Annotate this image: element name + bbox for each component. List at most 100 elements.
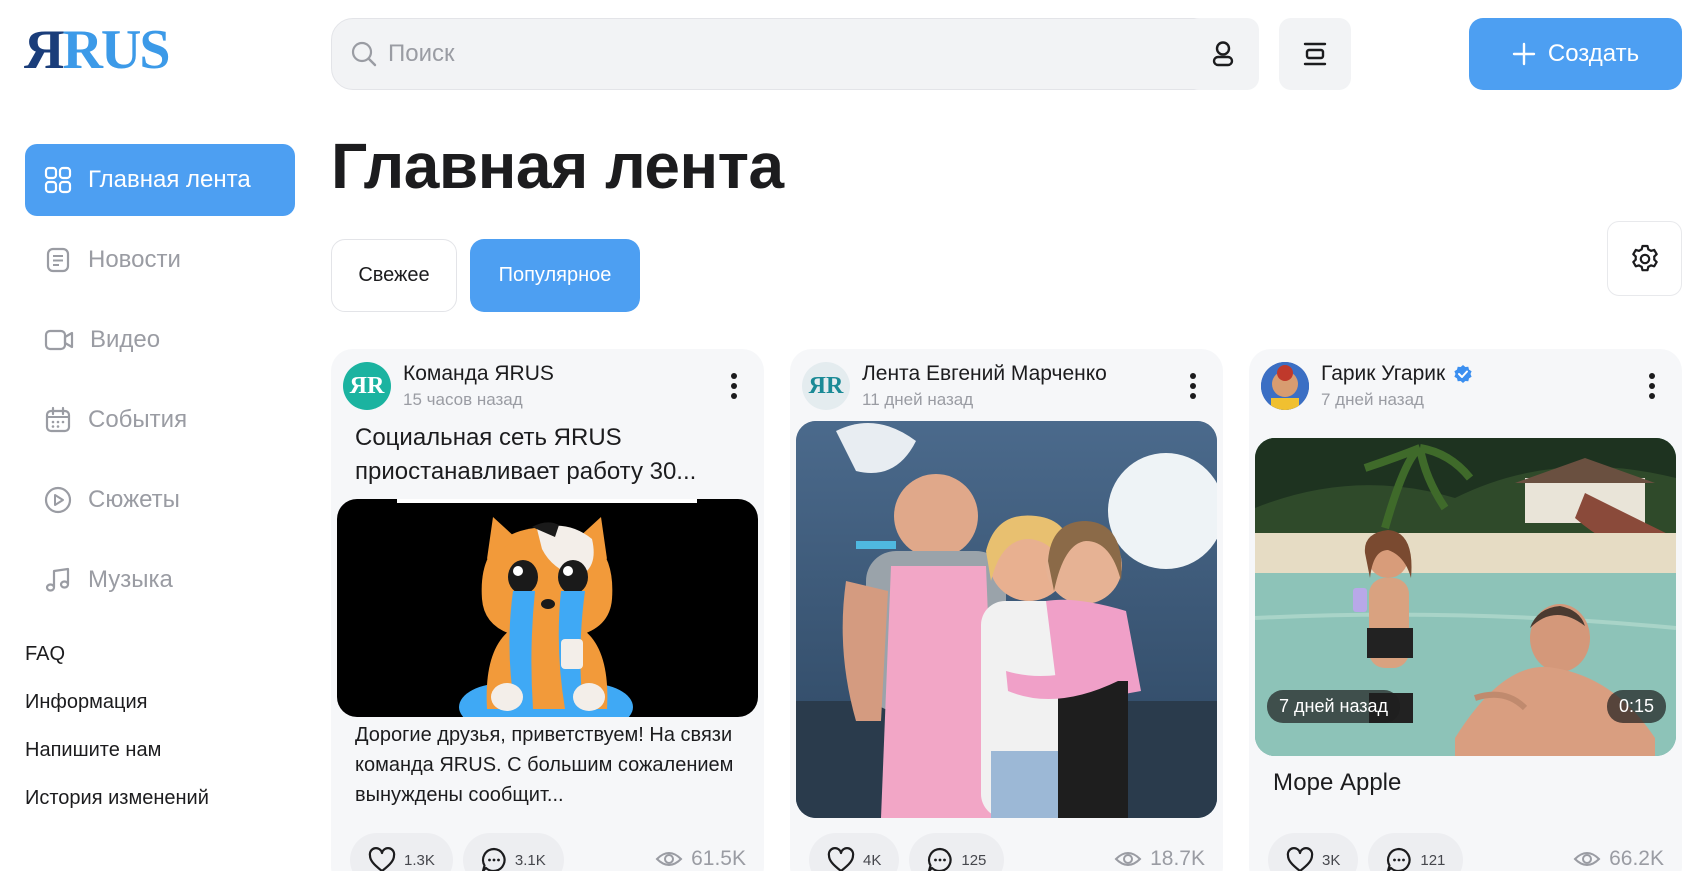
sidebar-item-label: Сюжеты xyxy=(88,486,180,513)
sidebar-item-main-feed[interactable]: Главная лента xyxy=(25,144,295,216)
view-counter: 66.2K xyxy=(1573,847,1664,871)
plus-icon xyxy=(1512,42,1536,66)
verified-badge-icon xyxy=(1454,365,1472,383)
more-options-icon[interactable] xyxy=(1181,369,1205,403)
grid-icon xyxy=(44,166,72,194)
comment-icon xyxy=(481,847,506,871)
author-name[interactable]: Лента Евгений Марченко xyxy=(862,362,1107,386)
eye-icon xyxy=(655,852,683,866)
post-time: 7 дней назад xyxy=(1321,390,1424,409)
comment-count: 125 xyxy=(961,851,987,869)
avatar-image xyxy=(1261,362,1309,410)
post-actions: 3K 121 xyxy=(1268,833,1464,871)
view-count: 18.7K xyxy=(1150,847,1205,870)
sidebar-item-news[interactable]: Новости xyxy=(25,224,295,296)
footer-link-changelog[interactable]: История изменений xyxy=(25,787,209,810)
post-actions: 1.3K 3.1K xyxy=(350,833,564,871)
post-video[interactable]: 7 дней назад 0:15 xyxy=(1255,438,1676,756)
post-title[interactable]: Социальная сеть ЯRUS приостанавливает ра… xyxy=(355,421,745,489)
more-options-icon[interactable] xyxy=(722,369,746,403)
view-counter: 18.7K xyxy=(1114,847,1205,871)
sidebar-item-label: Видео xyxy=(90,326,161,353)
tab-popular[interactable]: Популярное xyxy=(470,239,640,312)
post-actions: 4K 125 xyxy=(809,833,1005,871)
search-input[interactable] xyxy=(388,40,1188,68)
like-button[interactable]: 4K xyxy=(809,833,900,871)
comment-button[interactable]: 3.1K xyxy=(462,833,564,871)
news-icon xyxy=(46,247,70,273)
eye-icon xyxy=(1114,852,1142,866)
heart-icon xyxy=(368,847,396,871)
avatar[interactable] xyxy=(1261,362,1309,410)
post-time: 15 часов назад xyxy=(403,390,523,409)
avatar[interactable]: ЯR xyxy=(802,362,850,410)
yarus-logo[interactable]: ЯRUS xyxy=(24,19,170,81)
more-options-icon[interactable] xyxy=(1640,369,1664,403)
comment-icon xyxy=(1387,847,1411,871)
post-header: Гарик Угарик 7 дней назад xyxy=(1261,361,1670,411)
post-time: 11 дней назад xyxy=(862,390,974,409)
view-counter: 61.5K xyxy=(655,847,746,871)
sidebar-item-video[interactable]: Видео xyxy=(25,304,295,376)
author-name[interactable]: Команда ЯRUS xyxy=(403,362,554,386)
comment-count: 3.1K xyxy=(514,851,546,869)
page-title: Главная лента xyxy=(331,130,784,202)
sidebar-item-events[interactable]: События xyxy=(25,384,295,456)
create-label: Создать xyxy=(1547,40,1640,67)
footer-link-contact[interactable]: Напишите нам xyxy=(25,739,161,762)
like-button[interactable]: 3K xyxy=(1268,833,1359,871)
eye-icon xyxy=(1573,852,1601,866)
post-image[interactable] xyxy=(337,499,758,717)
feed-view-button[interactable] xyxy=(1279,18,1351,90)
heart-icon xyxy=(1286,847,1314,871)
search-bar[interactable] xyxy=(331,18,1225,90)
gear-icon xyxy=(1631,244,1658,271)
sidebar-item-stories[interactable]: Сюжеты xyxy=(25,464,295,536)
studio-photo xyxy=(796,421,1217,818)
view-count: 66.2K xyxy=(1609,847,1664,870)
sidebar-item-label: Главная лента xyxy=(88,166,251,193)
view-count: 61.5K xyxy=(691,847,746,870)
post-card[interactable]: ЯR Команда ЯRUS 15 часов назад Социальна… xyxy=(331,349,764,871)
heart-icon xyxy=(827,847,855,871)
like-count: 3K xyxy=(1322,851,1341,869)
sidebar-item-music[interactable]: Музыка xyxy=(25,544,295,616)
sidebar-item-label: Новости xyxy=(88,246,181,273)
play-circle-icon xyxy=(44,486,72,514)
footer-link-info[interactable]: Информация xyxy=(25,691,147,714)
search-icon xyxy=(351,41,377,67)
post-header: ЯR Лента Евгений Марченко 11 дней назад xyxy=(802,361,1211,411)
crying-cat-sticker xyxy=(397,499,697,717)
logo-rus: RUS xyxy=(62,19,170,81)
sidebar-item-label: Музыка xyxy=(88,566,173,593)
video-duration: 0:15 xyxy=(1606,690,1666,723)
calendar-icon xyxy=(45,406,71,433)
video-icon xyxy=(44,329,74,351)
author-name[interactable]: Гарик Угарик xyxy=(1321,362,1473,386)
comment-button[interactable]: 125 xyxy=(909,833,1005,871)
like-count: 4K xyxy=(863,851,882,869)
footer-link-faq[interactable]: FAQ xyxy=(25,643,65,666)
post-title[interactable]: Море Apple xyxy=(1273,766,1663,800)
post-header: ЯR Команда ЯRUS 15 часов назад xyxy=(343,361,752,411)
stack-view-icon xyxy=(1303,42,1327,66)
avatar[interactable]: ЯR xyxy=(343,362,391,410)
post-card[interactable]: Гарик Угарик 7 дней назад 7 дней назад 0… xyxy=(1249,349,1682,871)
comment-button[interactable]: 121 xyxy=(1368,833,1464,871)
comment-count: 121 xyxy=(1420,851,1446,869)
music-note-icon xyxy=(45,567,70,592)
sidebar-item-label: События xyxy=(88,406,188,433)
tab-fresh[interactable]: Свежее xyxy=(331,239,457,312)
post-image[interactable] xyxy=(796,421,1217,818)
video-time-label: 7 дней назад xyxy=(1267,690,1401,723)
profile-button[interactable] xyxy=(1187,18,1259,90)
user-icon xyxy=(1212,41,1234,67)
feed-settings-button[interactable] xyxy=(1607,221,1682,296)
like-count: 1.3K xyxy=(404,851,435,869)
post-text[interactable]: Дорогие друзья, приветствуем! На связи к… xyxy=(355,720,750,812)
like-button[interactable]: 1.3K xyxy=(350,833,453,871)
comment-icon xyxy=(928,847,952,871)
create-button[interactable]: Создать xyxy=(1469,18,1682,90)
logo-ya: Я xyxy=(24,19,64,81)
post-card[interactable]: ЯR Лента Евгений Марченко 11 дней назад xyxy=(790,349,1223,871)
